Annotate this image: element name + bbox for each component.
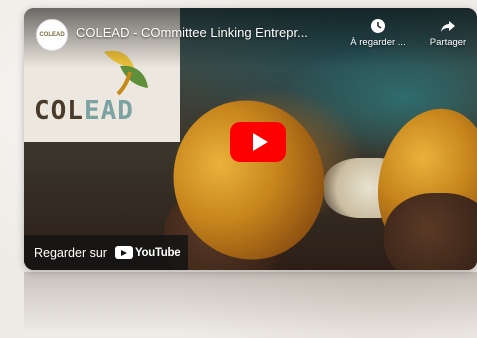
thumbnail-hand — [384, 193, 477, 270]
clock-icon — [371, 19, 385, 33]
youtube-wordmark: YouTube — [134, 246, 181, 259]
channel-avatar-text: COLEAD — [39, 32, 65, 38]
channel-avatar[interactable]: COLEAD — [36, 19, 68, 51]
logo-word-part2: EAD — [83, 96, 134, 126]
colead-logo-wordmark: COLEAD — [34, 96, 134, 126]
watch-later-label: À regarder ... — [350, 37, 406, 48]
logo-word-part1: COL — [34, 96, 84, 126]
share-button[interactable]: Partager — [423, 18, 473, 48]
play-button[interactable] — [230, 122, 286, 162]
youtube-embed-player[interactable]: COLEAD COLEAD COLEAD - COmmittee Linking… — [24, 8, 477, 270]
share-label: Partager — [429, 37, 467, 48]
youtube-logo: YouTube — [114, 246, 181, 259]
watch-on-youtube-button[interactable]: Regarder sur YouTube — [24, 235, 188, 270]
youtube-play-icon — [114, 246, 133, 259]
watch-later-button[interactable]: À regarder ... — [342, 18, 414, 48]
play-icon — [252, 133, 268, 151]
video-title-link[interactable]: COLEAD - COmmittee Linking Entrepr... — [76, 25, 346, 40]
watch-on-label: Regarder sur — [34, 245, 107, 260]
share-arrow-icon — [441, 21, 455, 32]
